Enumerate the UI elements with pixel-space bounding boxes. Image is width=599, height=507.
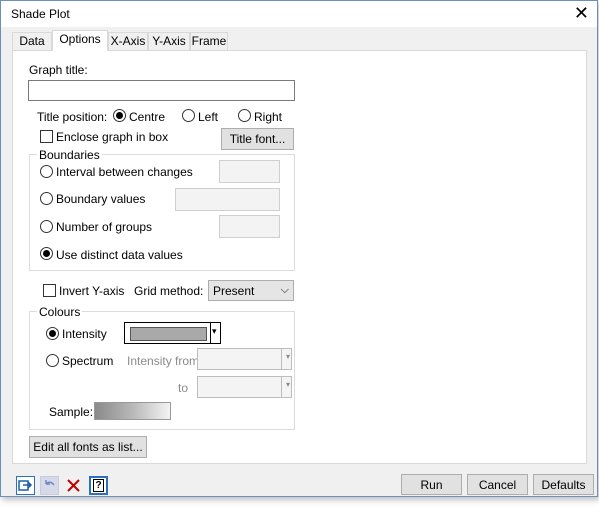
boundaries-label: Boundaries bbox=[37, 148, 102, 162]
from-arrow-icon: ▾ bbox=[285, 352, 290, 361]
number-groups-input[interactable] bbox=[219, 215, 280, 238]
number-groups-radio[interactable] bbox=[40, 220, 53, 233]
boundary-values-radio[interactable] bbox=[40, 192, 53, 205]
help-icon[interactable]: ? bbox=[89, 476, 108, 495]
grid-method-value: Present bbox=[213, 284, 255, 298]
colour-sample bbox=[94, 402, 171, 420]
sample-label: Sample: bbox=[49, 405, 94, 419]
picker-divider bbox=[210, 323, 211, 343]
tab-y-axis[interactable]: Y-Axis bbox=[148, 32, 190, 50]
enclose-checkbox[interactable] bbox=[40, 130, 53, 143]
tab-frame[interactable]: Frame bbox=[190, 32, 228, 50]
spectrum-radio[interactable] bbox=[46, 354, 59, 367]
pin-icon[interactable] bbox=[16, 476, 35, 495]
edit-all-fonts-button[interactable]: Edit all fonts as list... bbox=[29, 436, 147, 458]
to-arrow-icon: ▾ bbox=[285, 380, 290, 389]
title-centre-radio[interactable] bbox=[113, 109, 126, 122]
distinct-values-label: Use distinct data values bbox=[56, 248, 183, 262]
grid-method-label: Grid method: bbox=[134, 284, 204, 298]
clear-icon[interactable] bbox=[64, 476, 83, 495]
interval-radio[interactable] bbox=[40, 165, 53, 178]
title-bar: Shade Plot ✕ bbox=[1, 1, 597, 27]
tab-data[interactable]: Data bbox=[12, 32, 52, 50]
defaults-button[interactable]: Defaults bbox=[533, 474, 594, 495]
interval-input[interactable] bbox=[219, 160, 280, 183]
title-font-button[interactable]: Title font... bbox=[221, 128, 294, 150]
title-left-radio[interactable] bbox=[182, 109, 195, 122]
title-right-label: Right bbox=[254, 110, 283, 124]
chevron-down-icon: ⌵ bbox=[280, 284, 289, 296]
enclose-label: Enclose graph in box bbox=[56, 130, 169, 144]
graph-title-label: Graph title: bbox=[29, 63, 88, 77]
interval-label: Interval between changes bbox=[56, 165, 193, 179]
grid-method-select[interactable]: Present ⌵ bbox=[208, 280, 294, 301]
colours-label: Colours bbox=[37, 305, 83, 319]
title-right-radio[interactable] bbox=[238, 109, 251, 122]
invert-y-label: Invert Y-axis bbox=[59, 284, 125, 298]
distinct-values-radio[interactable] bbox=[40, 247, 53, 260]
intensity-to-select[interactable]: ▾ bbox=[197, 376, 292, 398]
intensity-label: Intensity bbox=[62, 327, 107, 341]
undo-icon[interactable] bbox=[40, 476, 59, 495]
invert-y-checkbox[interactable] bbox=[43, 284, 56, 297]
run-button[interactable]: Run bbox=[401, 474, 462, 495]
window-title: Shade Plot bbox=[11, 7, 70, 21]
to-label: to bbox=[178, 381, 189, 395]
spectrum-label: Spectrum bbox=[62, 354, 114, 368]
title-left-label: Left bbox=[198, 110, 219, 124]
intensity-from-label: Intensity from bbox=[127, 354, 200, 368]
number-groups-label: Number of groups bbox=[56, 220, 153, 234]
graph-title-input[interactable] bbox=[28, 80, 295, 101]
title-centre-label: Centre bbox=[129, 110, 166, 124]
intensity-from-select[interactable]: ▾ bbox=[197, 348, 292, 370]
tab-options[interactable]: Options bbox=[52, 30, 108, 51]
title-position-label: Title position: bbox=[37, 110, 108, 124]
boundary-values-label: Boundary values bbox=[56, 192, 146, 206]
help-glyph: ? bbox=[93, 479, 104, 492]
dialog-window: Shade Plot ✕ Data Options X-Axis Y-Axis … bbox=[0, 0, 598, 497]
intensity-colour-swatch bbox=[130, 327, 207, 341]
cancel-button[interactable]: Cancel bbox=[467, 474, 528, 495]
boundary-values-input[interactable] bbox=[175, 188, 280, 211]
picker-arrow-icon: ▾ bbox=[212, 326, 217, 336]
close-icon[interactable]: ✕ bbox=[574, 3, 589, 23]
intensity-radio[interactable] bbox=[46, 327, 59, 340]
intensity-colour-picker[interactable]: ▾ bbox=[124, 322, 221, 344]
tab-x-axis[interactable]: X-Axis bbox=[108, 32, 148, 50]
